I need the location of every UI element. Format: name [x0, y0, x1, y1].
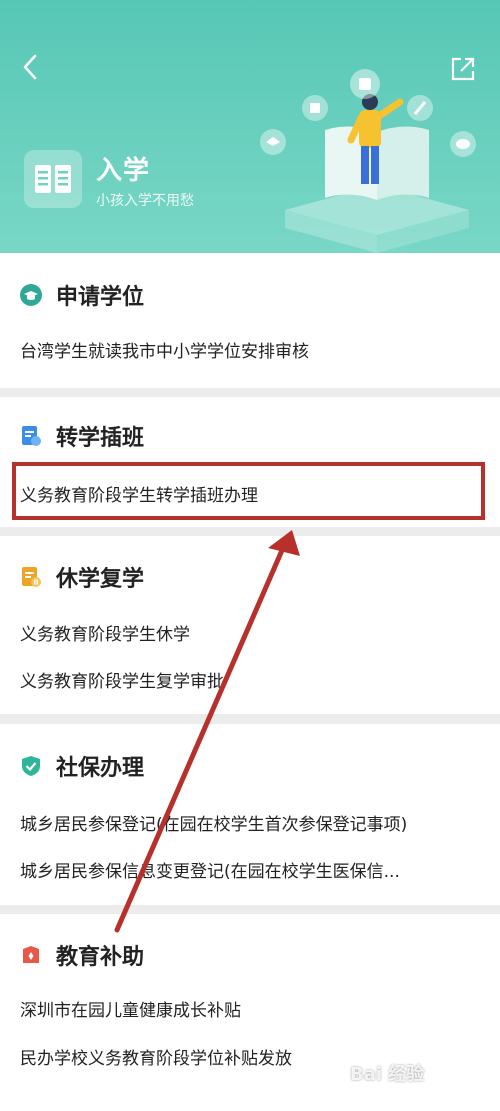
- pause-document-icon: [20, 566, 42, 588]
- section-title: 社保办理: [56, 756, 145, 781]
- shield-check-icon: [20, 755, 42, 777]
- book-icon: [24, 150, 82, 208]
- page-subtitle: 小孩入学不用愁: [96, 193, 194, 209]
- back-arrow-icon[interactable]: [16, 52, 46, 82]
- service-item[interactable]: 城乡居民参保登记(在园在校学生首次参保登记事项): [20, 810, 407, 835]
- section-title: 申请学位: [56, 285, 145, 310]
- graduation-cap-icon: [20, 284, 42, 306]
- service-item[interactable]: 深圳市在园儿童健康成长补贴: [20, 996, 241, 1021]
- section-title: 休学复学: [56, 567, 145, 592]
- header-banner: 入学 小孩入学不用愁: [0, 0, 500, 253]
- document-transfer-icon: [20, 425, 42, 447]
- student-illustration: [260, 69, 476, 253]
- section-social-insurance: 社保办理 城乡居民参保登记(在园在校学生首次参保登记事项) 城乡居民参保信息变更…: [0, 724, 500, 905]
- highlight-box: [12, 462, 485, 520]
- section-suspend-resume: 休学复学 义务教育阶段学生休学 义务教育阶段学生复学审批: [0, 536, 500, 714]
- section-apply-degree: 申请学位 台湾学生就读我市中小学学位安排审核: [0, 253, 500, 388]
- section-title: 转学插班: [56, 426, 145, 451]
- service-item[interactable]: 民办学校义务教育阶段学位补贴发放: [20, 1044, 292, 1069]
- watermark-logo: Bai 经验: [350, 1064, 425, 1085]
- service-item[interactable]: 城乡居民参保信息变更登记(在园在校学生医保信...: [20, 857, 400, 882]
- subsidy-badge-icon: [20, 944, 42, 966]
- section-title: 教育补助: [56, 945, 145, 970]
- section-education-subsidy: 教育补助 深圳市在园儿童健康成长补贴 民办学校义务教育阶段学位补贴发放: [0, 914, 500, 1111]
- service-item[interactable]: 台湾学生就读我市中小学学位安排审核: [20, 337, 309, 362]
- service-item[interactable]: 义务教育阶段学生复学审批: [20, 667, 224, 692]
- page-title: 入学: [96, 156, 151, 186]
- service-item[interactable]: 义务教育阶段学生休学: [20, 620, 190, 645]
